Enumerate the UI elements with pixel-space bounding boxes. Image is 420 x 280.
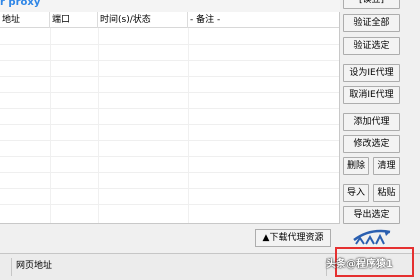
row-divider <box>0 108 339 109</box>
row-divider <box>0 124 339 125</box>
row-divider <box>0 140 339 141</box>
title-strip: r proxy <box>0 0 340 12</box>
row-divider <box>0 172 339 173</box>
download-proxy-resources-button[interactable]: ▲下载代理资源 <box>255 229 331 247</box>
import-button[interactable]: 导入 <box>343 184 369 202</box>
set-ie-proxy-button[interactable]: 设为IE代理 <box>343 64 400 82</box>
status-cell <box>0 258 12 276</box>
row-divider <box>0 156 339 157</box>
row-divider <box>0 92 339 93</box>
column-header-address[interactable]: 地址 <box>0 12 50 28</box>
paste-button[interactable]: 粘贴 <box>373 184 400 202</box>
column-divider <box>50 28 51 223</box>
proxy-list[interactable]: 地址 端口 时间(s)/状态 - 备注 - <box>0 12 340 224</box>
column-divider <box>98 28 99 223</box>
list-header: 地址 端口 时间(s)/状态 - 备注 - <box>0 12 339 28</box>
add-proxy-button[interactable]: 添加代理 <box>343 113 400 131</box>
export-selected-button[interactable]: 导出选定 <box>343 206 400 224</box>
column-header-time-status[interactable]: 时间(s)/状态 <box>98 12 188 28</box>
verify-all-button[interactable]: 验证全部 <box>343 14 400 32</box>
cancel-ie-proxy-button[interactable]: 取消IE代理 <box>343 86 400 104</box>
delete-button[interactable]: 删除 <box>343 157 369 175</box>
row-divider <box>0 44 339 45</box>
column-header-port[interactable]: 端口 <box>50 12 98 28</box>
verify-selected-button[interactable]: 验证选定 <box>343 37 400 55</box>
row-divider <box>0 76 339 77</box>
app-title: r proxy <box>0 0 41 8</box>
watermark-text: 头条@程序猿1 <box>326 259 393 270</box>
row-divider <box>0 60 339 61</box>
clean-button[interactable]: 清理 <box>373 157 400 175</box>
column-header-note[interactable]: - 备注 - <box>188 12 338 28</box>
edit-selected-button[interactable]: 修改选定 <box>343 135 400 153</box>
status-url-label: 网页地址 <box>16 261 53 271</box>
top-partial-button[interactable]: [误豆] <box>343 0 400 9</box>
column-divider <box>188 28 189 223</box>
app-logo-icon <box>353 229 391 245</box>
row-divider <box>0 188 339 189</box>
row-divider <box>0 204 339 205</box>
